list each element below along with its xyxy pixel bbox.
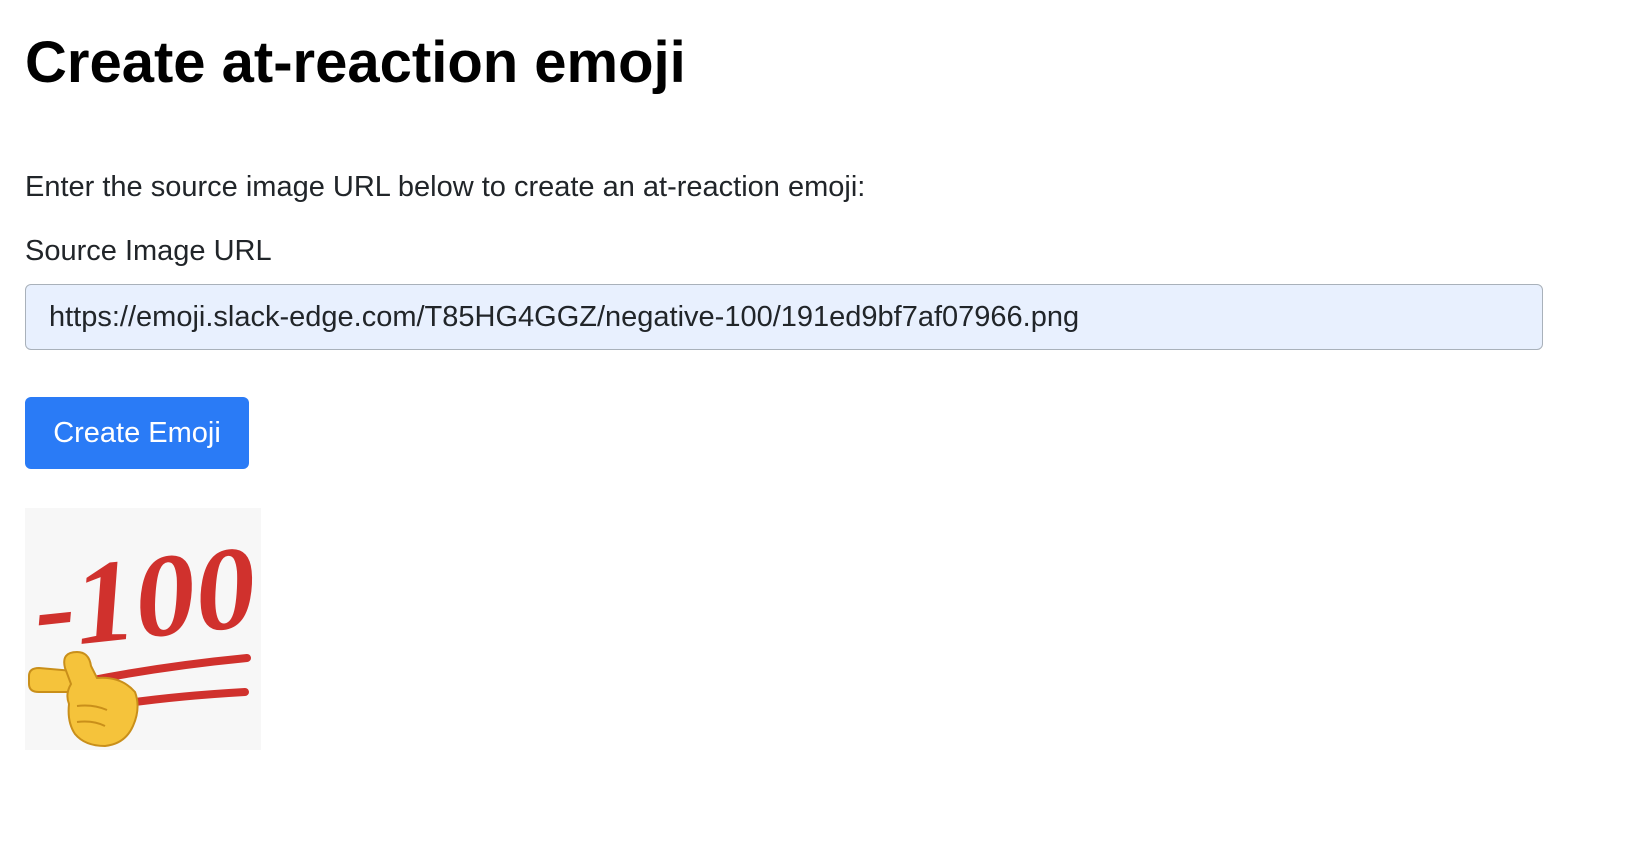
intro-text: Enter the source image URL below to crea…	[25, 171, 866, 203]
create-emoji-button[interactable]: Create Emoji	[25, 397, 249, 469]
emoji-number-text: -100	[28, 521, 261, 674]
negative-100-emoji-icon: -100	[28, 521, 261, 748]
source-url-input[interactable]	[25, 284, 1543, 350]
page-title: Create at-reaction emoji	[25, 30, 686, 95]
source-url-label: Source Image URL	[25, 235, 272, 267]
emoji-preview-image: -100	[25, 508, 261, 750]
